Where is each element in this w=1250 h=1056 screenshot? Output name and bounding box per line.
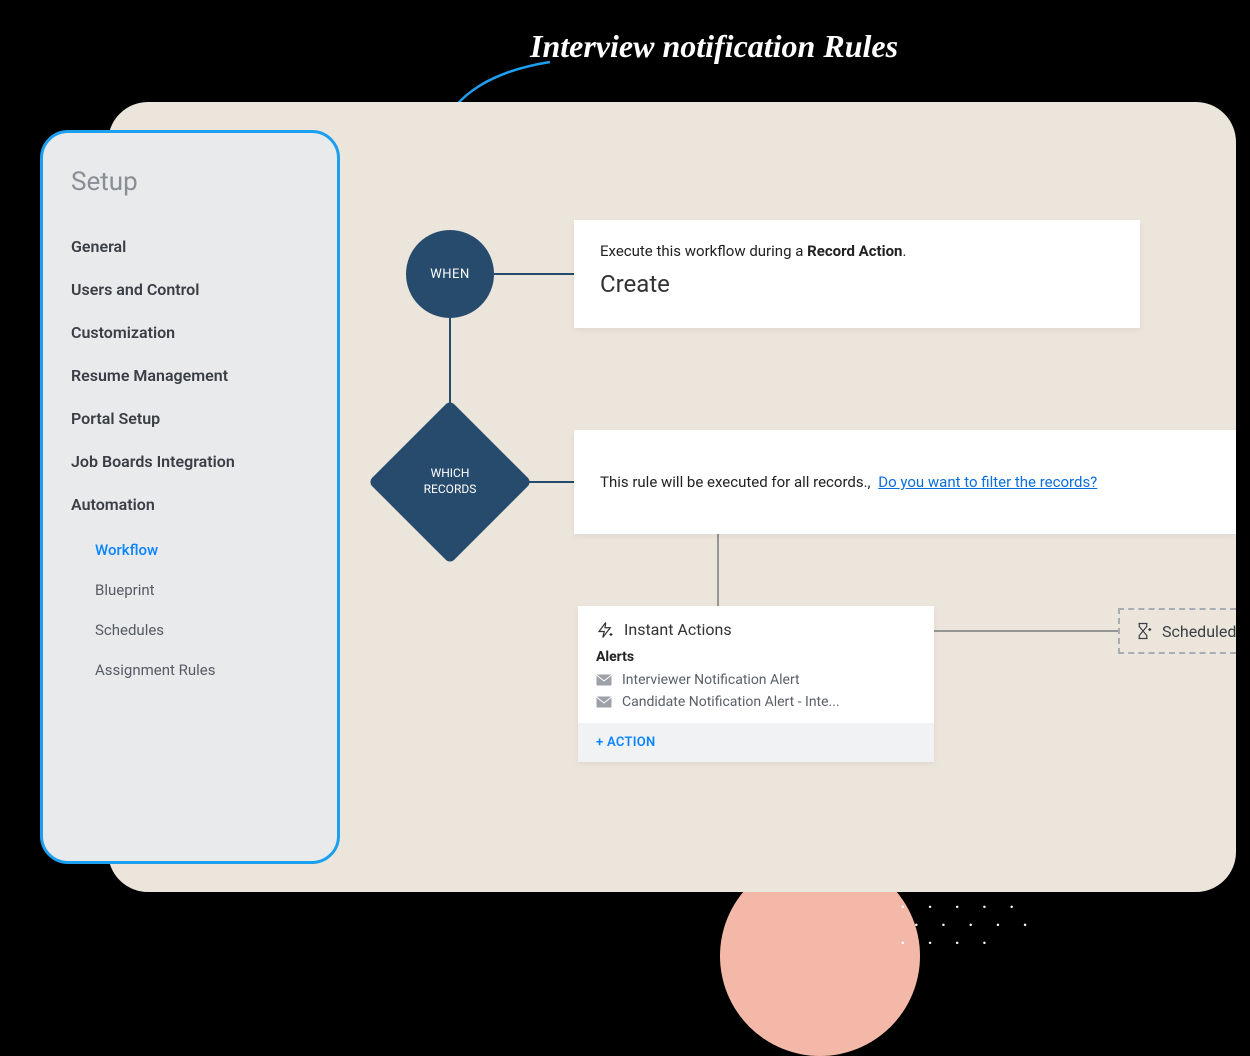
hourglass-icon — [1134, 622, 1152, 640]
when-node[interactable]: WHEN — [406, 230, 494, 318]
sidebar-subitem-workflow[interactable]: Workflow — [95, 530, 309, 570]
sidebar-item-general[interactable]: General — [71, 225, 309, 268]
scheduled-actions-card[interactable]: Scheduled Actions — [1118, 608, 1236, 654]
sidebar-item-job-boards[interactable]: Job Boards Integration — [71, 440, 309, 483]
which-records-label: WHICH RECORDS — [392, 424, 508, 540]
envelope-icon — [596, 674, 612, 686]
which-records-card[interactable]: This rule will be executed for all recor… — [574, 430, 1236, 534]
when-card-description: Execute this workflow during a Record Ac… — [600, 242, 1114, 260]
alert-label: Interviewer Notification Alert — [622, 672, 800, 688]
annotation-title: Interview notification Rules — [530, 28, 898, 65]
which-card-text: This rule will be executed for all recor… — [600, 473, 871, 491]
add-action-button[interactable]: + ACTION — [578, 723, 934, 762]
alerts-label: Alerts — [578, 649, 934, 669]
instant-actions-title: Instant Actions — [624, 620, 732, 639]
setup-sidebar: Setup General Users and Control Customiz… — [40, 130, 340, 864]
alert-label: Candidate Notification Alert - Inte... — [622, 694, 840, 710]
sidebar-item-users[interactable]: Users and Control — [71, 268, 309, 311]
when-node-label: WHEN — [430, 267, 469, 282]
sidebar-item-resume-management[interactable]: Resume Management — [71, 354, 309, 397]
sidebar-subitem-blueprint[interactable]: Blueprint — [95, 570, 309, 610]
sidebar-item-customization[interactable]: Customization — [71, 311, 309, 354]
scheduled-actions-title: Scheduled Actions — [1162, 622, 1236, 641]
connector — [494, 273, 574, 275]
when-card[interactable]: Execute this workflow during a Record Ac… — [574, 220, 1140, 328]
instant-actions-card: Instant Actions Alerts Interviewer Notif… — [578, 606, 934, 762]
connector — [717, 534, 719, 606]
alert-row[interactable]: Candidate Notification Alert - Inte... — [578, 691, 934, 713]
alert-row[interactable]: Interviewer Notification Alert — [578, 669, 934, 691]
decorative-dots: · · · · · · · · · ·· · · · — [900, 900, 1050, 980]
connector — [934, 630, 1118, 632]
filter-records-link[interactable]: Do you want to filter the records? — [878, 473, 1097, 491]
when-card-value: Create — [600, 270, 1114, 298]
sidebar-item-portal-setup[interactable]: Portal Setup — [71, 397, 309, 440]
sidebar-title: Setup — [71, 167, 309, 197]
sidebar-item-automation[interactable]: Automation — [71, 483, 309, 526]
sidebar-subitem-schedules[interactable]: Schedules — [95, 610, 309, 650]
which-records-node[interactable]: WHICH RECORDS — [392, 424, 508, 540]
envelope-icon — [596, 696, 612, 708]
sidebar-subitem-assignment-rules[interactable]: Assignment Rules — [95, 650, 309, 690]
instant-icon — [596, 621, 614, 639]
